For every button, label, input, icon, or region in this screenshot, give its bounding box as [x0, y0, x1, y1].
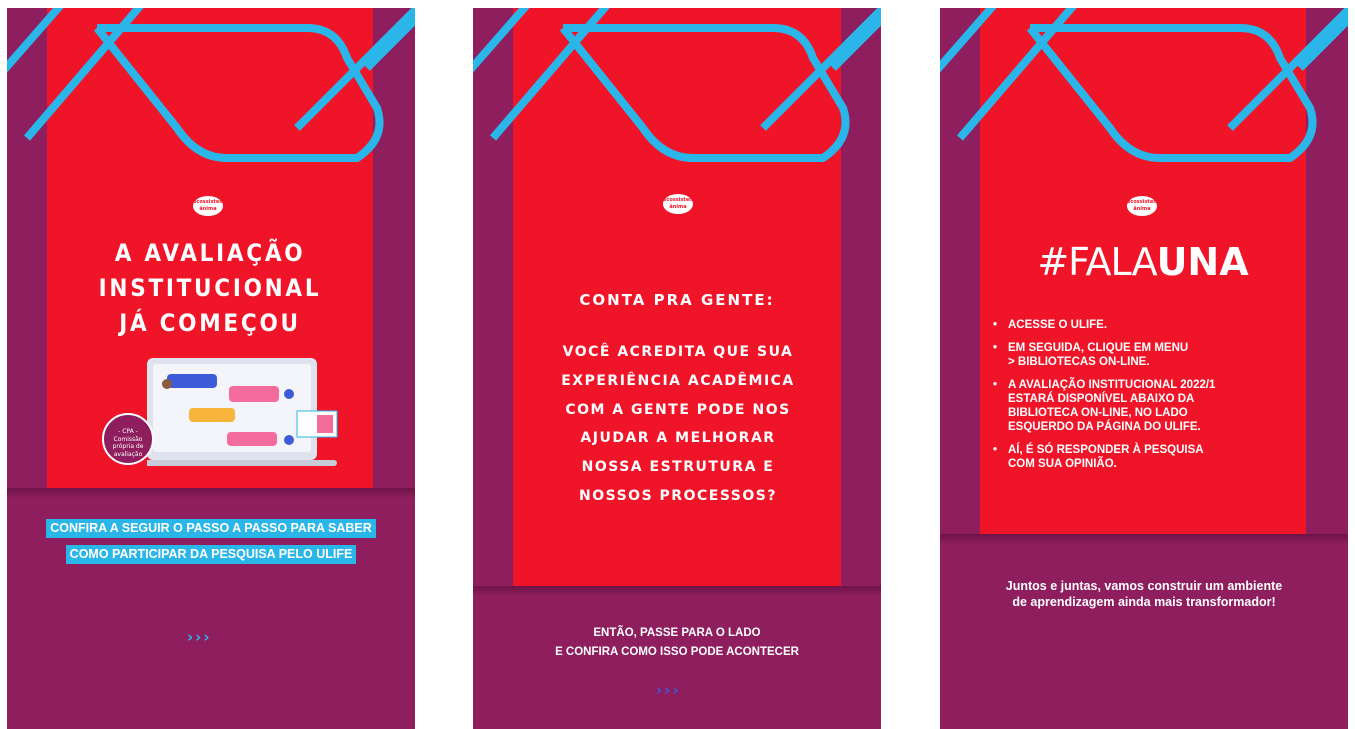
cpa-badge: - CPA - Comissão própria de avaliação: [102, 413, 154, 465]
anima-logo: ecossistema ânima: [193, 196, 228, 216]
slide-2: ecossistema ânima CONTA PRA GENTE: VOCÊ A…: [473, 8, 881, 729]
anima-logo: ecossistema ânima: [1127, 196, 1162, 216]
slide1-headline: A AVALIAÇÃO INSTITUCIONAL JÁ COMEÇOU: [98, 239, 322, 337]
list-item: A AVALIAÇÃO INSTITUCIONAL 2022/1ESTARÁ D…: [993, 378, 1293, 434]
decorative-lines: [7, 8, 415, 162]
steps-list: ACESSE O ULIFE. EM SEGUIDA, CLIQUE EM ME…: [993, 318, 1293, 480]
info-chip: CONFIRA A SEGUIR O PASSO A PASSO PARA SA…: [46, 519, 376, 538]
decorative-lines: [940, 8, 1348, 162]
next-arrows-icon[interactable]: ›››: [187, 628, 212, 646]
list-item: EM SEGUIDA, CLIQUE EM MENU> BIBLIOTECAS …: [993, 341, 1293, 369]
slide-3: ecossistemaânima #FALAUNA ACESSE O ULIFE…: [940, 8, 1348, 729]
info-chip: COMO PARTICIPAR DA PESQUISA PELO ULIFE: [65, 545, 357, 564]
slide-1: ecossistema ânima A AVALIAÇÃO INSTITUCION…: [7, 8, 415, 729]
slide2-question: VOCÊ ACREDITA QUE SUA EXPERIÊNCIA ACADÊM…: [561, 344, 795, 504]
next-arrows-icon[interactable]: ›››: [656, 681, 681, 699]
anima-logo: ecossistema ânima: [663, 194, 698, 214]
decorative-lines: [473, 8, 881, 162]
slide2-title: CONTA PRA GENTE:: [579, 291, 775, 309]
hashtag-title: #FALAUNA: [1037, 240, 1249, 284]
list-item: ACESSE O ULIFE.: [993, 318, 1293, 332]
laptop-illustration: [147, 358, 338, 466]
chip-line-1: CONFIRA A SEGUIR O PASSO A PASSO PARA SA…: [7, 517, 415, 538]
chip-line-2: COMO PARTICIPAR DA PESQUISA PELO ULIFE: [7, 543, 415, 564]
pattern-area: [940, 534, 1348, 729]
slide2-bottom-text: ENTÃO, PASSE PARA O LADO E CONFIRA COMO …: [555, 627, 799, 658]
closing-text: Juntos e juntas, vamos construir um ambi…: [1005, 579, 1283, 609]
list-item: AÍ, É SÓ RESPONDER À PESQUISACOM SUA OPI…: [993, 443, 1293, 471]
